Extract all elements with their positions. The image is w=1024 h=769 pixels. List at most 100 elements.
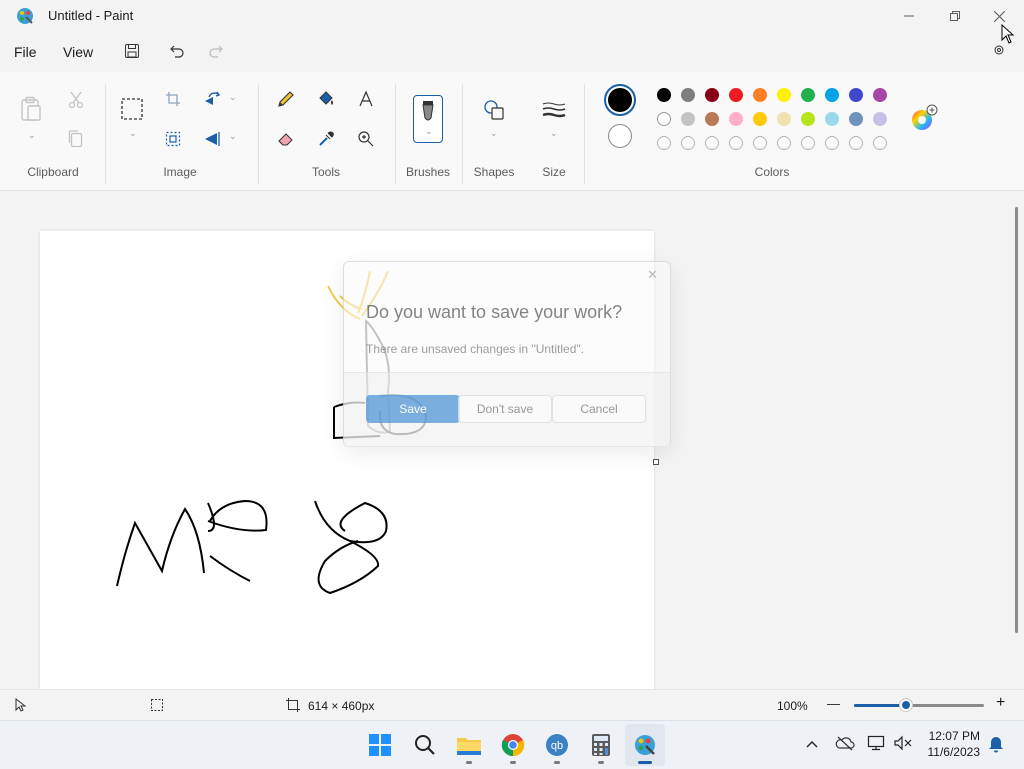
canvas-resize-handle[interactable] — [653, 459, 659, 465]
color-swatch[interactable] — [753, 88, 767, 102]
shapes-chevron-down-icon[interactable]: ⌄ — [490, 128, 498, 139]
size-group-label: Size — [542, 165, 566, 179]
cut-icon[interactable] — [63, 87, 89, 113]
color-swatch[interactable] — [873, 112, 887, 126]
line-size-icon[interactable] — [541, 97, 567, 123]
qbittorrent-icon[interactable]: qb — [543, 731, 571, 759]
color-swatch[interactable] — [777, 88, 791, 102]
size-chevron-down-icon[interactable]: ⌄ — [550, 128, 558, 139]
notification-bell-icon[interactable] — [988, 735, 1004, 758]
search-icon[interactable] — [411, 731, 439, 759]
onedrive-icon[interactable] — [835, 735, 855, 756]
paste-chevron-down-icon[interactable]: ⌄ — [28, 130, 36, 141]
paint-taskbar-icon[interactable] — [631, 731, 659, 759]
file-explorer-icon[interactable] — [455, 731, 483, 759]
custom-color-slot[interactable] — [729, 136, 743, 150]
ribbon-divider — [258, 84, 259, 184]
color-swatch[interactable] — [705, 112, 719, 126]
custom-color-slot[interactable] — [681, 136, 695, 150]
shapes-icon[interactable] — [481, 97, 507, 123]
text-tool-icon[interactable] — [353, 86, 379, 112]
color-swatch[interactable] — [849, 88, 863, 102]
custom-color-slot[interactable] — [825, 136, 839, 150]
color-swatch[interactable] — [705, 88, 719, 102]
color-swatch[interactable] — [681, 88, 695, 102]
zoom-in-button[interactable]: + — [996, 694, 1005, 712]
save-button[interactable]: Save — [366, 395, 460, 423]
custom-color-slot[interactable] — [777, 136, 791, 150]
custom-color-slot[interactable] — [753, 136, 767, 150]
selection-size-icon — [150, 698, 164, 715]
resize-icon[interactable] — [160, 126, 186, 152]
color-picker-icon[interactable] — [313, 126, 339, 152]
color-swatch[interactable] — [681, 112, 695, 126]
image-group-label: Image — [163, 165, 197, 179]
color-swatch[interactable] — [777, 112, 791, 126]
restore-button[interactable] — [932, 0, 978, 32]
dont-save-button[interactable]: Don't save — [458, 395, 552, 423]
secondary-color-swatch[interactable] — [608, 124, 632, 148]
fill-bucket-icon[interactable] — [313, 86, 339, 112]
color-swatch[interactable] — [801, 112, 815, 126]
redo-icon[interactable] — [204, 40, 228, 62]
zoom-slider[interactable] — [854, 699, 984, 711]
primary-color-swatch[interactable] — [604, 84, 636, 116]
color-swatch[interactable] — [657, 88, 671, 102]
select-chevron-down-icon[interactable]: ⌄ — [129, 128, 137, 139]
brushes-button[interactable]: ⌄ — [413, 95, 443, 143]
copy-icon[interactable] — [63, 126, 89, 152]
rotate-chevron-down-icon[interactable]: ⌄ — [229, 92, 237, 103]
custom-color-slot[interactable] — [801, 136, 815, 150]
dialog-close-icon[interactable]: ✕ — [647, 267, 658, 283]
clock[interactable]: 12:07 PM 11/6/2023 — [910, 728, 981, 760]
color-swatch[interactable] — [729, 88, 743, 102]
show-hidden-icons-chevron-up-icon[interactable] — [805, 737, 819, 755]
status-bar: 614 × 460px 100% — + — [0, 689, 1024, 721]
flip-chevron-down-icon[interactable]: ⌄ — [229, 131, 237, 142]
zoom-slider-thumb[interactable] — [900, 699, 912, 711]
custom-color-slot[interactable] — [873, 136, 887, 150]
color-swatch[interactable] — [825, 112, 839, 126]
eraser-icon[interactable] — [273, 126, 299, 152]
color-swatch[interactable] — [825, 88, 839, 102]
network-icon[interactable] — [867, 735, 887, 756]
color-swatch[interactable] — [801, 88, 815, 102]
color-swatch[interactable] — [729, 112, 743, 126]
minimize-button[interactable] — [886, 0, 932, 32]
color-swatch[interactable] — [657, 112, 671, 126]
view-menu[interactable]: View — [59, 42, 97, 62]
zoom-out-button[interactable]: — — [827, 696, 840, 711]
brushes-chevron-down-icon[interactable]: ⌄ — [425, 126, 433, 137]
vertical-scrollbar[interactable] — [1015, 207, 1018, 633]
rotate-icon[interactable] — [199, 86, 225, 112]
custom-color-slot[interactable] — [657, 136, 671, 150]
paste-icon[interactable] — [18, 96, 44, 122]
clock-date: 11/6/2023 — [927, 745, 981, 759]
close-button[interactable] — [976, 0, 1022, 32]
pencil-icon[interactable] — [273, 86, 299, 112]
crop-icon[interactable] — [160, 86, 186, 112]
select-rectangle-icon[interactable] — [119, 96, 145, 122]
file-menu[interactable]: File — [10, 42, 41, 62]
start-windows-icon[interactable] — [366, 731, 394, 759]
save-icon[interactable] — [120, 40, 144, 62]
magnifier-icon[interactable] — [353, 126, 379, 152]
custom-color-slot[interactable] — [849, 136, 863, 150]
color-swatch[interactable] — [753, 112, 767, 126]
calculator-icon[interactable] — [587, 731, 615, 759]
edit-colors-icon[interactable] — [910, 104, 938, 137]
color-swatch[interactable] — [849, 112, 863, 126]
ribbon-divider — [462, 84, 463, 184]
clipboard-group-label: Clipboard — [27, 165, 79, 179]
brushes-group-label: Brushes — [405, 165, 451, 179]
paint-app-icon — [16, 7, 34, 25]
canvas-size-text: 614 × 460px — [308, 699, 375, 713]
ribbon-divider — [395, 84, 396, 184]
custom-color-slot[interactable] — [705, 136, 719, 150]
cancel-button[interactable]: Cancel — [552, 395, 646, 423]
chrome-icon[interactable] — [499, 731, 527, 759]
pointer-position-icon — [14, 697, 28, 715]
undo-icon[interactable] — [165, 40, 189, 62]
color-swatch[interactable] — [873, 88, 887, 102]
flip-icon[interactable] — [199, 126, 225, 152]
